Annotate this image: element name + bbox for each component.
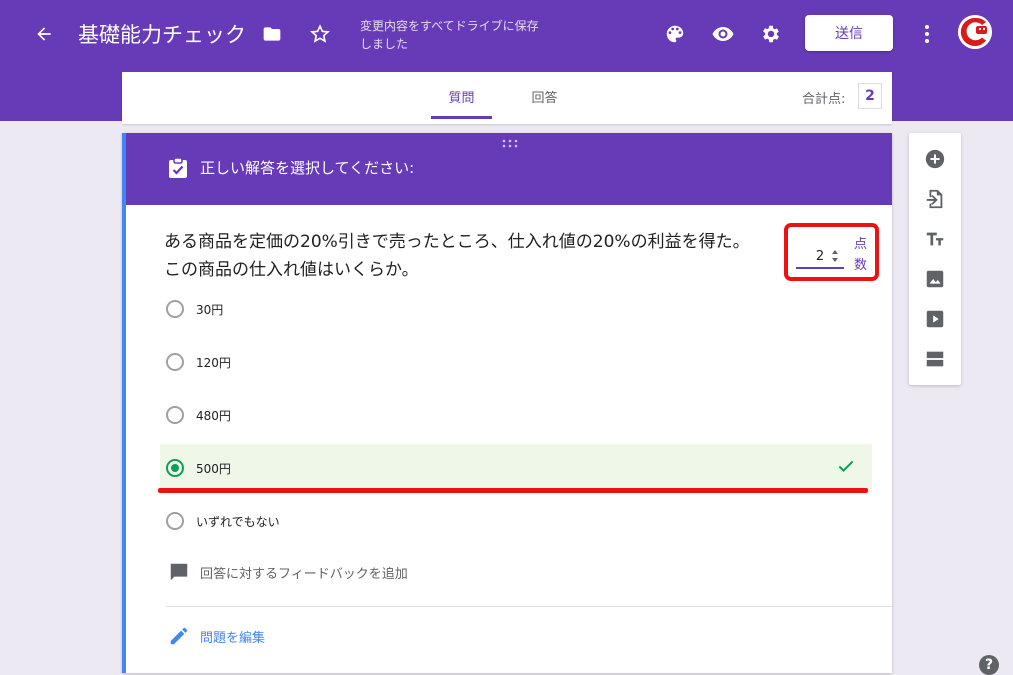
points-spinner-icon[interactable] [830, 246, 840, 266]
add-image-icon[interactable] [921, 265, 949, 293]
send-button[interactable]: 送信 [805, 15, 893, 51]
highlight-underline [158, 488, 868, 493]
active-tab-indicator [431, 116, 492, 119]
add-feedback-button[interactable]: 回答に対するフィードバックを追加 [168, 561, 408, 583]
edit-question-label: 問題を編集 [200, 630, 266, 646]
tab-responses[interactable]: 回答 [514, 72, 575, 120]
option-label: いずれでもない [196, 514, 280, 529]
points-label: 点数 [854, 237, 868, 273]
option-row-correct[interactable]: 500円 [160, 444, 872, 492]
drag-handle-icon[interactable] [500, 139, 520, 149]
answer-key-header-text: 正しい解答を選択してください: [200, 159, 415, 177]
palette-icon[interactable] [662, 21, 688, 47]
total-score-label: 合計点: [802, 92, 846, 107]
preview-eye-icon[interactable] [709, 21, 737, 47]
radio-button[interactable] [166, 406, 184, 424]
answer-key-header: 正しい解答を選択してください: [126, 133, 892, 205]
edit-question-button[interactable]: 問題を編集 [168, 625, 265, 647]
more-vert-icon[interactable] [915, 21, 939, 47]
radio-button-checked[interactable] [166, 459, 184, 477]
option-row[interactable]: いずれでもない [160, 499, 872, 543]
option-label: 30円 [196, 302, 224, 317]
tab-questions[interactable]: 質問 [431, 72, 492, 120]
save-status-text: 変更内容をすべてドライブに保存しました [360, 19, 539, 51]
add-title-icon[interactable] [921, 225, 949, 253]
help-icon[interactable]: ? [979, 655, 999, 675]
pencil-icon [170, 627, 188, 645]
correct-check-icon [838, 460, 854, 472]
option-row[interactable]: 30円 [160, 287, 872, 331]
import-question-icon[interactable] [921, 185, 949, 213]
radio-button[interactable] [166, 353, 184, 371]
question-card[interactable]: 正しい解答を選択してください: ある商品を定価の20%引きで売ったところ、仕入れ… [122, 133, 892, 673]
tabs-card: 質問 回答 合計点: 2 [122, 72, 892, 124]
back-arrow-icon[interactable] [32, 22, 56, 46]
folder-icon[interactable] [258, 22, 286, 46]
option-row[interactable]: 120円 [160, 340, 872, 384]
side-toolbar [909, 133, 961, 385]
account-avatar[interactable] [958, 15, 992, 49]
add-feedback-label: 回答に対するフィードバックを追加 [200, 566, 408, 582]
add-video-icon[interactable] [921, 305, 949, 333]
form-title[interactable]: 基礎能力チェック [78, 19, 246, 49]
radio-button[interactable] [166, 300, 184, 318]
settings-gear-icon[interactable] [758, 21, 784, 47]
comment-icon [170, 563, 188, 581]
option-label: 500円 [196, 461, 231, 476]
divider [166, 606, 892, 607]
star-icon[interactable] [306, 22, 334, 46]
add-section-icon[interactable] [921, 345, 949, 373]
option-label: 480円 [196, 408, 231, 423]
add-question-icon[interactable] [921, 145, 949, 173]
option-label: 120円 [196, 355, 231, 370]
radio-button[interactable] [166, 512, 184, 530]
total-score-value: 2 [858, 83, 882, 109]
question-text[interactable]: ある商品を定価の20%引きで売ったところ、仕入れ値の20%の利益を得た。この商品… [164, 228, 764, 284]
option-row[interactable]: 480円 [160, 393, 872, 437]
assignment-check-icon [168, 157, 188, 183]
